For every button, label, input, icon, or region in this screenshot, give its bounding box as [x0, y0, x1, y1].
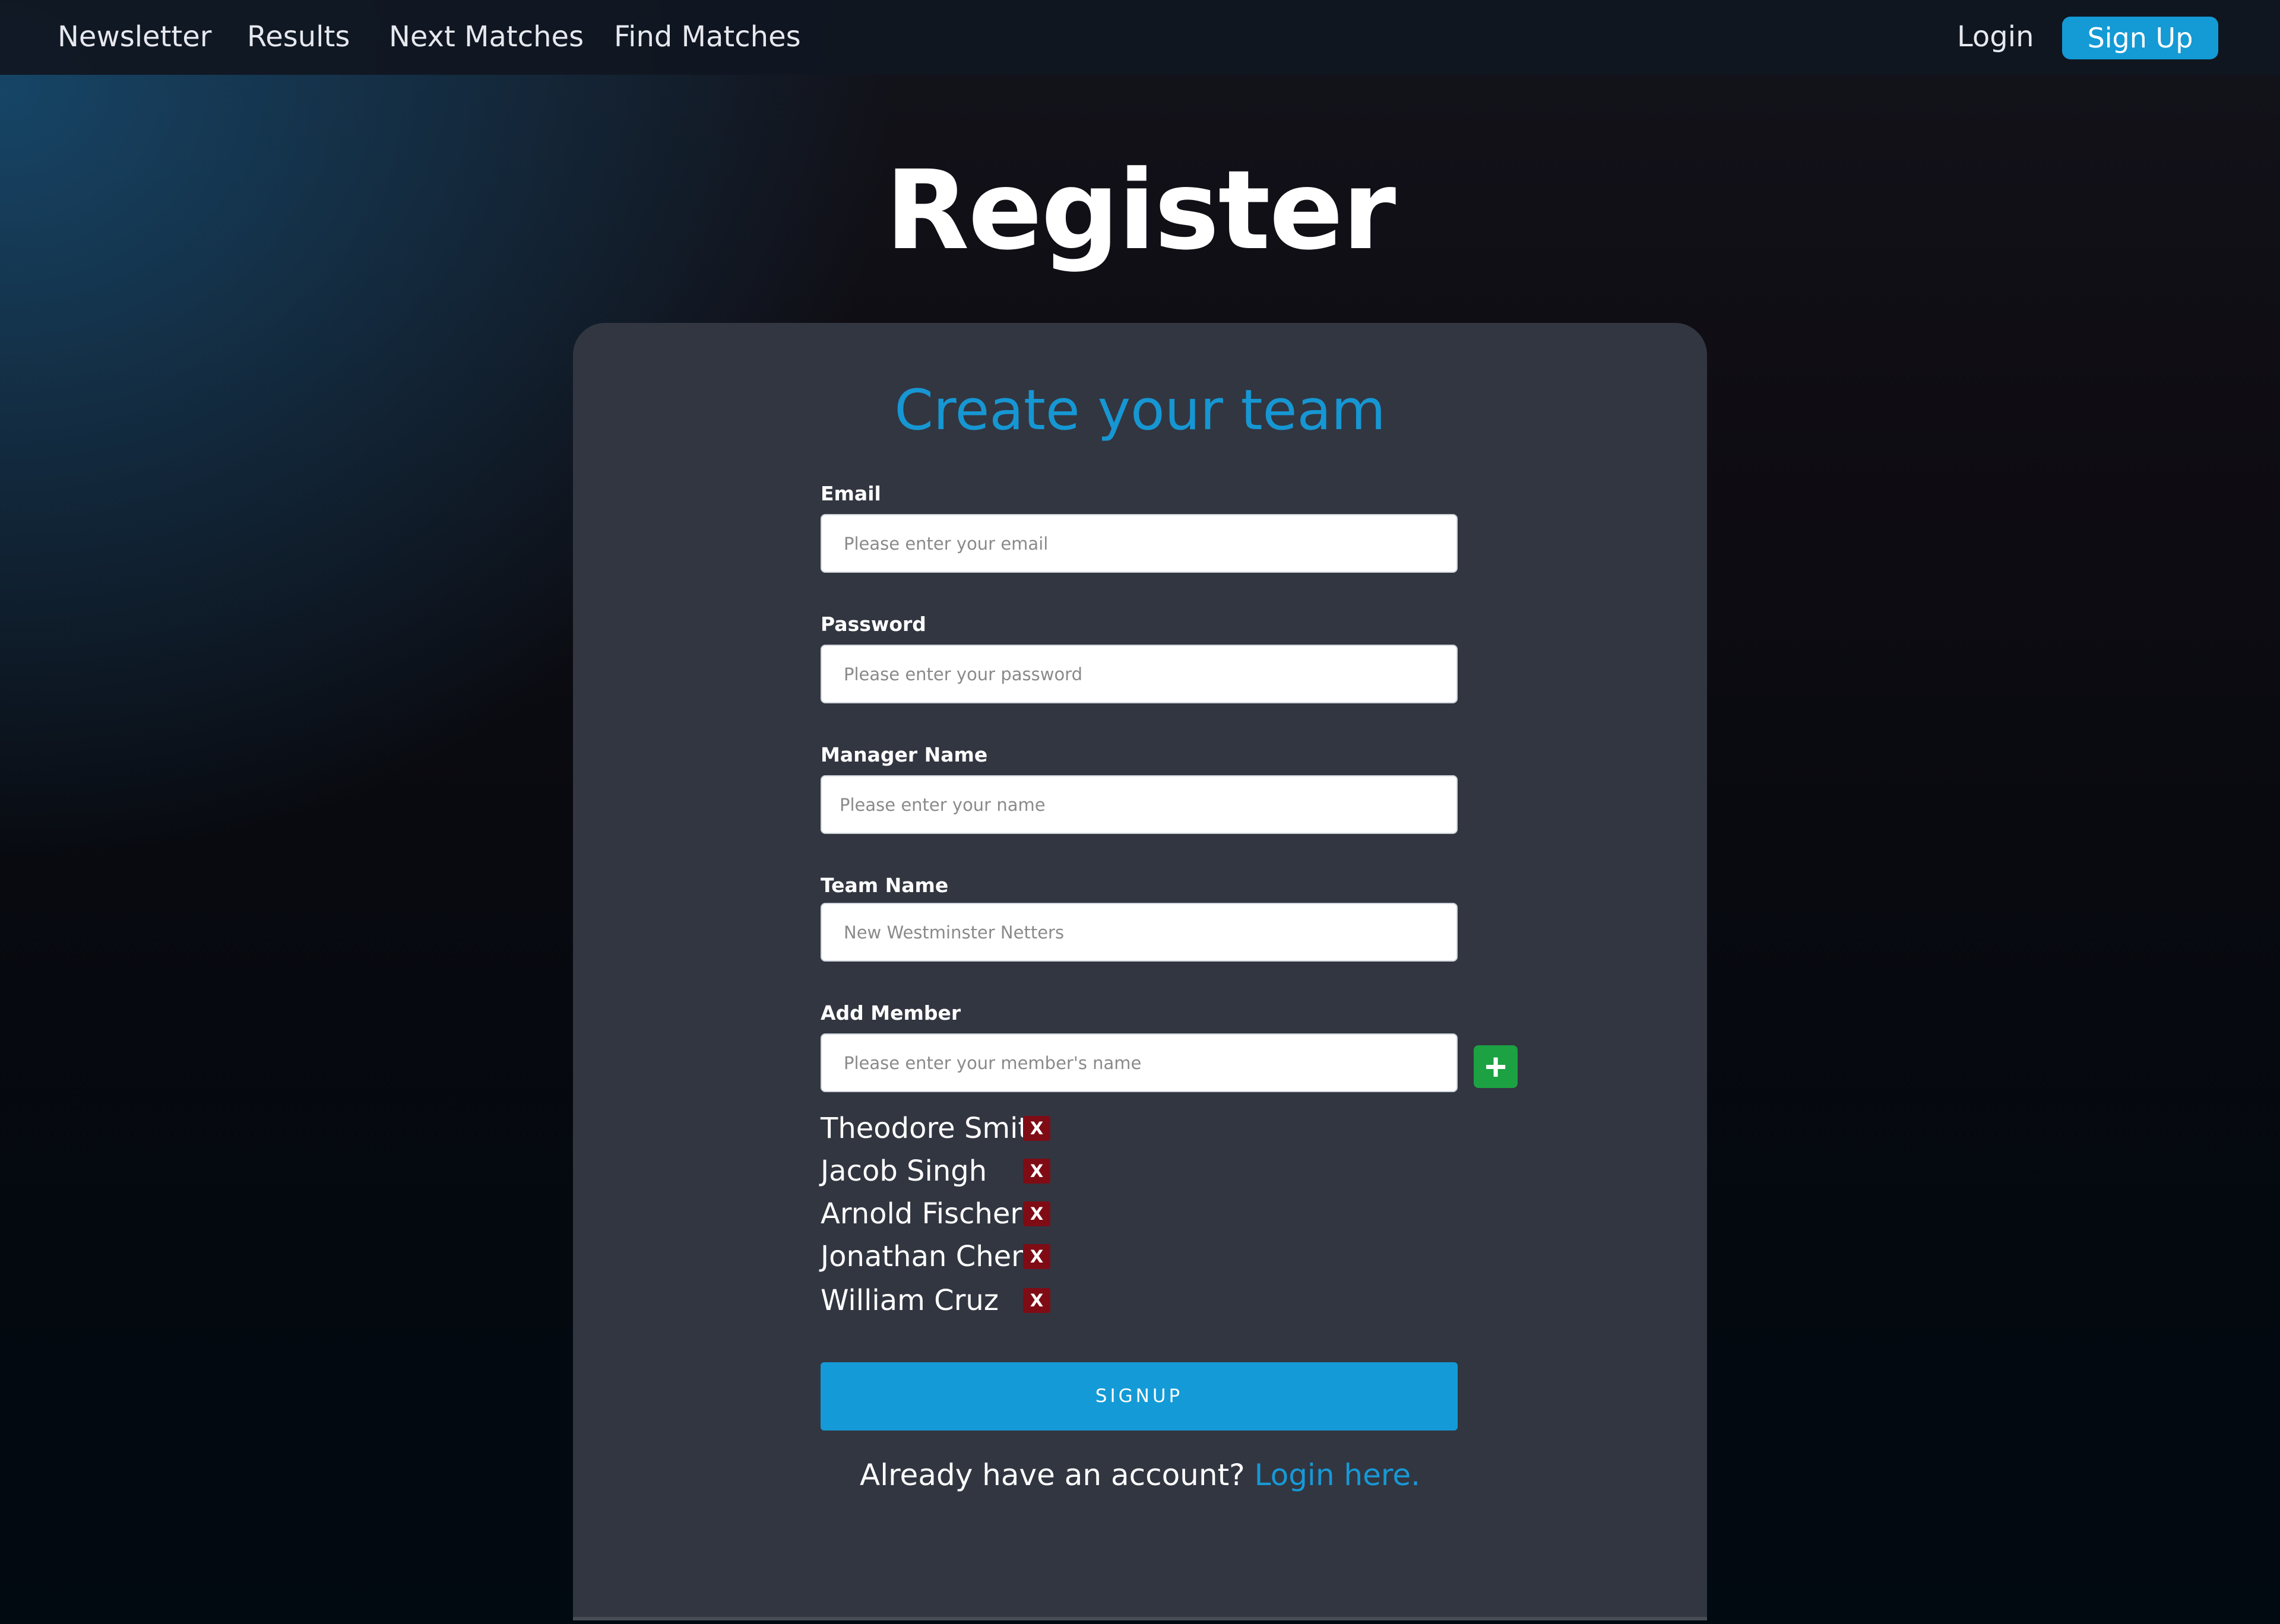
member-item: Arnold Fischer X: [821, 1193, 1177, 1235]
add-member-input[interactable]: [821, 1033, 1458, 1092]
password-input[interactable]: [821, 645, 1458, 703]
register-card: Create your team Email Password Manager …: [573, 323, 1707, 1617]
nav-link-newsletter[interactable]: Newsletter: [58, 17, 211, 57]
nav-link-results[interactable]: Results: [247, 17, 350, 57]
member-item: Theodore Smith X: [821, 1108, 1177, 1149]
login-prompt: Already have an account? Login here.: [573, 1454, 1707, 1496]
nav-signup-button[interactable]: Sign Up: [2062, 17, 2218, 59]
member-name: Jacob Singh: [821, 1154, 987, 1188]
member-item: William Cruz X: [821, 1280, 1177, 1321]
email-input[interactable]: [821, 514, 1458, 573]
remove-member-button[interactable]: X: [1023, 1116, 1050, 1141]
member-item: Jacob Singh X: [821, 1150, 1177, 1192]
member-name: William Cruz: [821, 1284, 999, 1317]
top-navbar: Newsletter Results Next Matches Find Mat…: [0, 0, 2280, 75]
team-name-input[interactable]: [821, 903, 1458, 962]
remove-member-button[interactable]: X: [1023, 1288, 1050, 1313]
manager-name-label: Manager Name: [821, 743, 988, 766]
remove-member-button[interactable]: X: [1023, 1159, 1050, 1184]
nav-login-link[interactable]: Login: [1957, 17, 2034, 57]
team-name-label: Team Name: [821, 874, 949, 897]
plus-icon: +: [1484, 1045, 1507, 1088]
member-name: Jonathan Chen: [821, 1240, 1030, 1273]
add-member-label: Add Member: [821, 1001, 961, 1024]
form-title: Create your team: [894, 378, 1386, 443]
login-here-link[interactable]: Login here.: [1255, 1458, 1420, 1492]
nav-link-find-matches[interactable]: Find Matches: [614, 17, 801, 57]
member-name: Theodore Smith: [821, 1112, 1047, 1145]
remove-member-button[interactable]: X: [1023, 1201, 1050, 1226]
password-label: Password: [821, 613, 926, 636]
add-member-button[interactable]: +: [1474, 1045, 1518, 1088]
signup-submit-button[interactable]: SIGNUP: [821, 1362, 1458, 1430]
remove-member-button[interactable]: X: [1023, 1244, 1050, 1269]
manager-name-input[interactable]: [821, 775, 1458, 834]
member-item: Jonathan Chen X: [821, 1236, 1177, 1277]
login-prompt-text: Already have an account?: [860, 1458, 1245, 1492]
page-title: Register: [885, 147, 1396, 274]
member-name: Arnold Fischer: [821, 1197, 1022, 1230]
email-label: Email: [821, 482, 881, 505]
nav-link-next-matches[interactable]: Next Matches: [389, 17, 584, 57]
